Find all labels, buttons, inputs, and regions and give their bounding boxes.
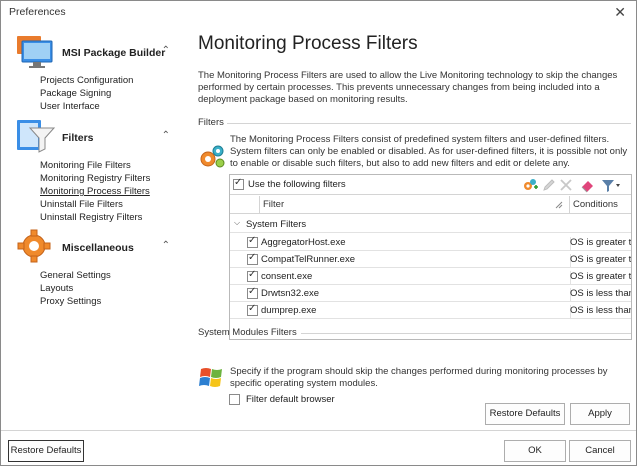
chevron-up-icon[interactable]: ⌃: [162, 240, 170, 251]
category-title: Filters: [62, 132, 94, 144]
group-row-system-filters[interactable]: ⌵ System Filters: [230, 215, 631, 233]
sidebar-item-package-signing[interactable]: Package Signing: [40, 87, 186, 100]
sidebar: MSI Package Builder ⌃ Projects Configura…: [2, 23, 188, 430]
chevron-up-icon[interactable]: ⌃: [162, 130, 170, 141]
filter-dropdown-icon[interactable]: [600, 177, 622, 193]
filters-description: The Monitoring Process Filters consist o…: [230, 134, 628, 169]
filter-default-browser-checkbox[interactable]: [229, 394, 240, 405]
filter-name: dumprep.exe: [261, 305, 571, 319]
sidebar-item-projects-configuration[interactable]: Projects Configuration: [40, 74, 186, 87]
table-row[interactable]: dumprep.exe OS is less than: [230, 302, 631, 319]
column-header-filter[interactable]: Filter: [263, 199, 284, 210]
restore-defaults-button[interactable]: Restore Defaults: [485, 403, 565, 425]
filter-condition: OS is less than: [570, 305, 632, 316]
delete-filter-icon[interactable]: [558, 177, 574, 193]
filter-default-browser-label: Filter default browser: [246, 394, 335, 405]
sort-icon[interactable]: [555, 201, 563, 209]
category-filters: Filters ⌃ Monitoring File Filters Monito…: [16, 118, 186, 224]
page-description: The Monitoring Process Filters are used …: [198, 70, 618, 105]
table-row[interactable]: AggregatorHost.exe OS is greater th: [230, 234, 631, 251]
monitor-icon: [17, 36, 53, 68]
filters-grid: Use the following filters: [229, 174, 632, 340]
system-modules-description: Specify if the program should skip the c…: [230, 366, 608, 389]
filter-condition: OS is greater th: [570, 271, 632, 282]
filter-name: CompatTelRunner.exe: [261, 254, 571, 268]
row-checkbox[interactable]: [247, 252, 258, 265]
section-divider: [227, 123, 631, 124]
footer-restore-defaults-button[interactable]: Restore Defaults: [8, 440, 84, 462]
apply-button[interactable]: Apply: [570, 403, 630, 425]
grid-toolbar: Use the following filters: [230, 175, 631, 195]
funnel-icon: [17, 120, 56, 153]
sidebar-item-uninstall-registry-filters[interactable]: Uninstall Registry Filters: [40, 211, 186, 224]
filter-condition: OS is greater th: [570, 237, 632, 248]
sidebar-item-monitoring-file-filters[interactable]: Monitoring File Filters: [40, 159, 186, 172]
add-filter-icon[interactable]: [522, 177, 538, 193]
row-checkbox[interactable]: [247, 303, 258, 316]
category-header[interactable]: Miscellaneous ⌃: [16, 228, 186, 268]
eraser-icon[interactable]: [580, 177, 596, 193]
filter-condition: OS is less than: [570, 288, 632, 299]
sidebar-item-user-interface[interactable]: User Interface: [40, 100, 186, 113]
main-panel: Monitoring Process Filters The Monitorin…: [189, 23, 635, 430]
filter-name: consent.exe: [261, 271, 571, 285]
page-title: Monitoring Process Filters: [198, 33, 418, 54]
table-row[interactable]: consent.exe OS is greater th: [230, 268, 631, 285]
sidebar-item-uninstall-file-filters[interactable]: Uninstall File Filters: [40, 198, 186, 211]
header-divider: [259, 196, 260, 214]
filters-gear-icon: [200, 145, 225, 168]
table-row[interactable]: Drwtsn32.exe OS is less than: [230, 285, 631, 302]
row-checkbox[interactable]: [247, 235, 258, 248]
filter-condition: OS is greater th: [570, 254, 632, 265]
category-header[interactable]: Filters ⌃: [16, 118, 186, 158]
column-header-conditions[interactable]: Conditions: [573, 199, 618, 210]
category-title: MSI Package Builder: [62, 47, 166, 59]
sidebar-item-monitoring-registry-filters[interactable]: Monitoring Registry Filters: [40, 172, 186, 185]
sidebar-item-monitoring-process-filters[interactable]: Monitoring Process Filters: [40, 185, 186, 198]
header-divider: [569, 196, 570, 214]
close-icon[interactable]: ✕: [614, 4, 626, 21]
filter-name: AggregatorHost.exe: [261, 237, 571, 251]
section-divider: [301, 333, 631, 334]
gear-icon: [17, 229, 51, 263]
group-label: System Filters: [246, 219, 307, 230]
use-filters-checkbox[interactable]: [233, 177, 244, 190]
window-title: Preferences: [9, 6, 66, 18]
footer-bar: Restore Defaults OK Cancel: [1, 430, 636, 465]
preferences-window: Preferences ✕ MSI Package Builder ⌃ Proj…: [0, 0, 637, 466]
chevron-up-icon[interactable]: ⌃: [162, 45, 170, 56]
windows-icon: [199, 368, 222, 387]
use-filters-label: Use the following filters: [248, 179, 346, 190]
sidebar-item-layouts[interactable]: Layouts: [40, 282, 186, 295]
filter-name: Drwtsn32.exe: [261, 288, 571, 302]
section-label-system-modules: System Modules Filters: [198, 327, 297, 338]
section-label-filters: Filters: [198, 117, 224, 128]
chevron-down-icon[interactable]: ⌵: [234, 218, 240, 228]
grid-header: Filter Conditions: [230, 196, 631, 214]
cancel-button[interactable]: Cancel: [569, 440, 631, 462]
category-title: Miscellaneous: [62, 242, 134, 254]
ok-button[interactable]: OK: [504, 440, 566, 462]
sidebar-item-proxy-settings[interactable]: Proxy Settings: [40, 295, 186, 308]
category-header[interactable]: MSI Package Builder ⌃: [16, 33, 186, 73]
title-bar: Preferences ✕: [1, 1, 636, 23]
row-checkbox[interactable]: [247, 286, 258, 299]
category-miscellaneous: Miscellaneous ⌃ General Settings Layouts…: [16, 228, 186, 308]
table-row[interactable]: CompatTelRunner.exe OS is greater th: [230, 251, 631, 268]
edit-filter-icon[interactable]: [541, 177, 557, 193]
row-checkbox[interactable]: [247, 269, 258, 282]
sidebar-item-general-settings[interactable]: General Settings: [40, 269, 186, 282]
category-msi-package-builder: MSI Package Builder ⌃ Projects Configura…: [16, 33, 186, 113]
